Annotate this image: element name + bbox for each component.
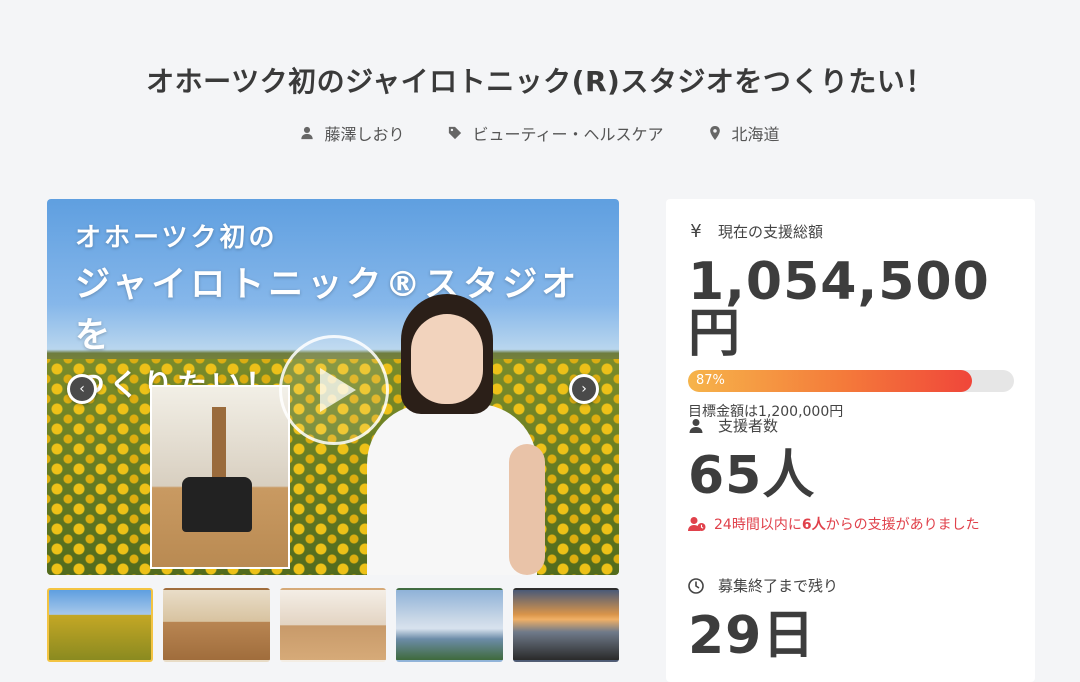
remaining-label-row: 募集終了まで残り [688,575,838,596]
next-slide-button[interactable]: › [569,374,599,404]
map-pin-icon [709,126,720,140]
remaining-days: 29日 [688,606,816,666]
play-button[interactable] [279,335,389,445]
user-clock-icon [688,517,706,531]
funding-progress-label: 87% [696,373,725,388]
funding-panel: ¥ 現在の支援総額 1,054,500円 87% 目標金額は1,200,000円… [666,199,1035,682]
supporters-label-row: 支援者数 [688,415,980,436]
owner-meta[interactable]: 藤澤しおり [300,121,404,145]
supporters-label: 支援者数 [718,417,779,435]
recent-supporters-text: 24時間以内に6人からの支援がありました [714,517,980,533]
remaining-label: 募集終了まで残り [718,577,839,595]
thumbnail-2[interactable] [163,588,270,662]
tag-icon [449,126,462,140]
yen-icon: ¥ [690,221,702,242]
supporters-stat: 支援者数 65人 24時間以内に6人からの支援がありました [688,415,980,534]
project-video[interactable]: オホーツク初の ジャイロトニック®スタジオを つくりたい！ ‹ › [47,199,619,575]
clock-icon [688,577,704,594]
presenter-image [359,294,549,575]
location-name: 北海道 [731,125,780,144]
category-name: ビューティー・ヘルスケア [472,125,664,144]
user-icon [689,418,703,433]
prev-slide-button[interactable]: ‹ [67,374,97,404]
chevron-right-icon: › [572,377,596,401]
studio-wall [212,407,226,487]
project-meta: 藤澤しおり ビューティー・ヘルスケア 北海道 [0,121,1080,145]
presenter-arm [509,444,545,575]
project-title: オホーツク初のジャイロトニック(R)スタジオをつくりたい！ [146,65,934,98]
funding-progress-bar: 87% [688,370,1014,392]
user-icon [301,126,314,140]
funding-label: 現在の支援総額 [718,223,824,241]
funding-amount: 1,054,500円 [688,252,990,364]
funding-label-row: ¥ 現在の支援総額 [688,221,1035,242]
recent-supporters-note: 24時間以内に6人からの支援がありました [688,514,980,534]
category-meta[interactable]: ビューティー・ヘルスケア [448,121,664,145]
thumbnail-strip [47,588,620,662]
owner-name: 藤澤しおり [324,125,405,144]
supporters-count: 65人 [688,446,816,506]
thumbnail-5[interactable] [512,588,620,662]
thumbnail-4[interactable] [396,588,503,662]
location-meta[interactable]: 北海道 [708,121,780,145]
funding-progress-fill [688,370,972,392]
studio-inset-image [150,385,290,569]
chevron-left-icon: ‹ [70,377,94,401]
funding-stat: ¥ 現在の支援総額 1,054,500円 87% 目標金額は1,200,000円 [688,221,1035,421]
remaining-stat: 募集終了まで残り 29日 [688,575,838,662]
gyrotonic-machine [182,477,252,532]
hero-caption-line-1: オホーツク初の [75,223,278,253]
thumbnail-1[interactable] [47,588,154,662]
presenter-face [411,314,483,404]
thumbnail-3[interactable] [279,588,387,662]
